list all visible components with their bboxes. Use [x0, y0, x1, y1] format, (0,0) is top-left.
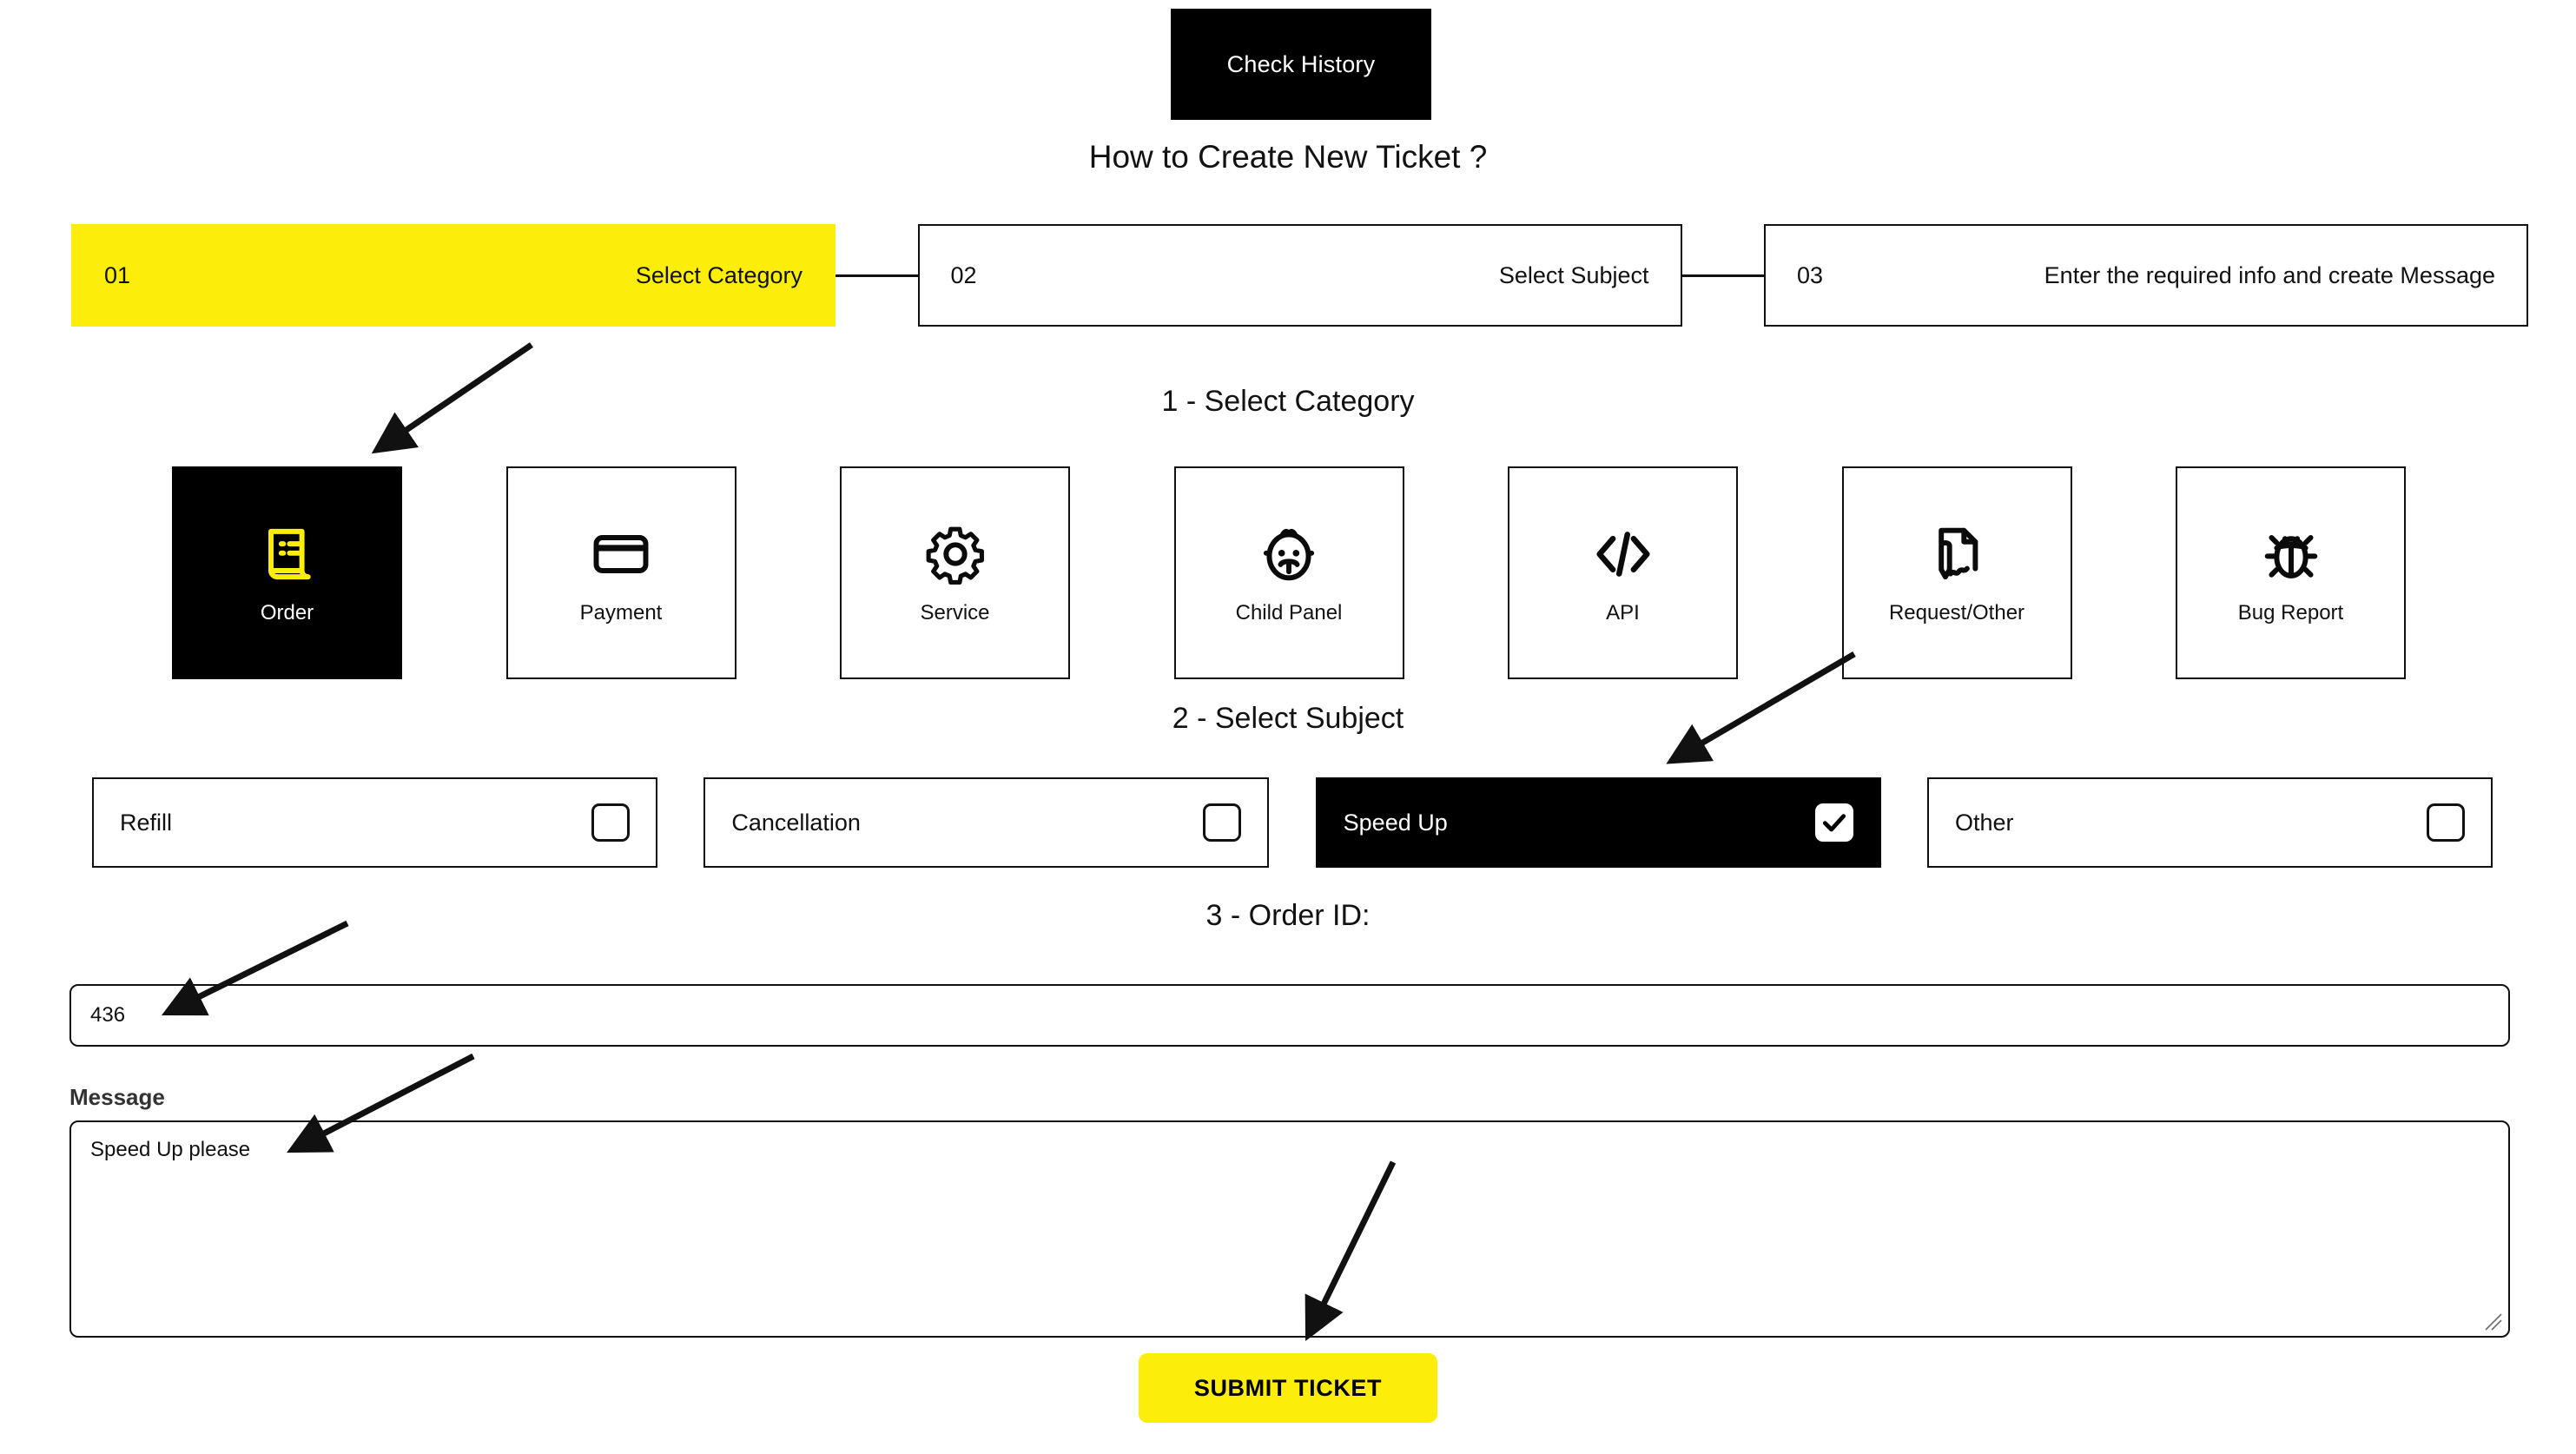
step-item-2[interactable]: 02 Select Subject	[917, 224, 1682, 327]
category-card-api[interactable]: API	[1508, 466, 1738, 679]
subject-option-refill[interactable]: Refill	[92, 777, 657, 868]
category-card-child-panel[interactable]: Child Panel	[1173, 466, 1404, 679]
subject-label: Speed Up	[1343, 809, 1448, 836]
submit-ticket-label: SUBMIT TICKET	[1193, 1374, 1383, 1401]
message-label: Message	[69, 1084, 165, 1110]
order-id-input[interactable]: 436	[69, 984, 2510, 1047]
step-number: 01	[104, 261, 131, 288]
checkbox-other[interactable]	[2426, 803, 2465, 842]
subject-option-row: Refill Cancellation Speed Up Other	[92, 777, 2493, 868]
resize-grip-icon[interactable]	[2480, 1309, 2503, 1332]
gear-icon	[922, 521, 988, 587]
checkbox-refill[interactable]	[591, 803, 630, 842]
submit-ticket-button[interactable]: SUBMIT TICKET	[1139, 1353, 1437, 1423]
bug-icon	[2258, 521, 2324, 587]
subject-option-speed-up[interactable]: Speed Up	[1315, 777, 1881, 868]
category-label: Request/Other	[1888, 600, 2025, 625]
subject-label: Refill	[120, 809, 173, 836]
category-card-service[interactable]: Service	[840, 466, 1070, 679]
message-textarea[interactable]: Speed Up please	[69, 1120, 2510, 1338]
step-label: Select Subject	[1498, 261, 1649, 288]
order-id-section-heading: 3 - Order ID:	[1205, 899, 1371, 932]
step-label: Select Category	[635, 261, 803, 288]
step-label: Enter the required info and create Messa…	[2044, 261, 2495, 288]
check-history-button[interactable]: Check History	[1171, 9, 1431, 120]
subject-label: Cancellation	[731, 809, 861, 836]
category-card-row: Order Payment Service Child Panel API Re…	[172, 466, 2406, 679]
subject-label: Other	[1954, 809, 2014, 836]
code-brackets-icon	[1590, 521, 1656, 587]
step-number: 03	[1797, 261, 1824, 288]
category-card-request-other[interactable]: Request/Other	[1841, 466, 2072, 679]
check-history-label: Check History	[1226, 50, 1376, 77]
ticket-creation-page: Check History How to Create New Ticket ?…	[0, 0, 2576, 1454]
category-label: Order	[260, 600, 314, 625]
subject-option-other[interactable]: Other	[1926, 777, 2493, 868]
category-label: Child Panel	[1235, 600, 1343, 625]
step-indicator: 01 Select Category 02 Select Subject 03 …	[71, 224, 2528, 327]
category-card-bug-report[interactable]: Bug Report	[2176, 466, 2406, 679]
category-label: Service	[920, 600, 990, 625]
category-card-order[interactable]: Order	[172, 466, 402, 679]
category-card-payment[interactable]: Payment	[505, 466, 736, 679]
receipt-icon	[254, 521, 320, 587]
subject-section-heading: 2 - Select Subject	[1172, 702, 1404, 735]
document-pen-icon	[1924, 521, 1990, 587]
step-connector-1	[836, 274, 918, 277]
step-item-1[interactable]: 01 Select Category	[71, 224, 836, 327]
subject-option-cancellation[interactable]: Cancellation	[703, 777, 1270, 868]
checkbox-speed-up[interactable]	[1814, 803, 1853, 842]
step-connector-2	[1681, 274, 1764, 277]
step-number: 02	[950, 261, 977, 288]
checkbox-cancellation[interactable]	[1203, 803, 1242, 842]
step-item-3[interactable]: 03 Enter the required info and create Me…	[1764, 224, 2528, 327]
baby-face-icon	[1256, 521, 1322, 587]
category-label: Payment	[579, 600, 663, 625]
page-title: How to Create New Ticket ?	[1088, 139, 1488, 175]
message-value: Speed Up please	[90, 1138, 251, 1161]
category-label: Bug Report	[2237, 600, 2344, 625]
credit-card-icon	[588, 521, 654, 587]
order-id-value: 436	[90, 1003, 126, 1027]
category-section-heading: 1 - Select Category	[1161, 385, 1415, 418]
category-label: API	[1606, 600, 1640, 625]
